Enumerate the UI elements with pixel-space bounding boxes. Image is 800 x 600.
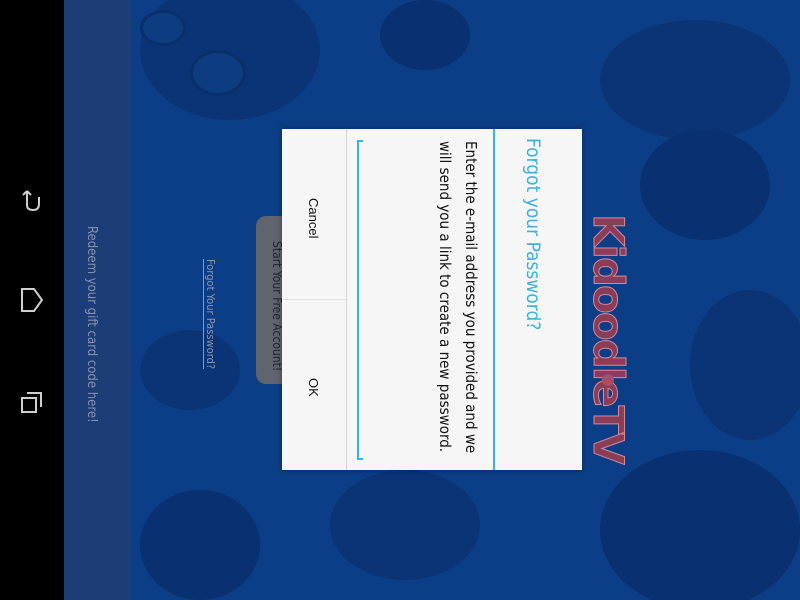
background-character <box>640 130 770 240</box>
back-button[interactable] <box>12 180 52 220</box>
background-character-eye <box>190 50 246 96</box>
background-character <box>600 20 790 140</box>
home-icon <box>21 288 44 312</box>
recents-button[interactable] <box>12 382 52 422</box>
background-character <box>690 290 800 440</box>
background-character <box>140 490 260 600</box>
home-button[interactable] <box>12 280 52 320</box>
back-icon <box>22 190 40 212</box>
ok-button[interactable]: OK <box>283 300 345 470</box>
background-character <box>380 0 470 70</box>
background-character <box>140 330 240 410</box>
dialog-title-divider <box>493 129 495 470</box>
background-character <box>600 450 800 600</box>
cancel-button-label: Cancel <box>306 198 321 239</box>
email-field-tick-bottom <box>357 458 363 460</box>
kidoodle-logo: KidoodleTV <box>584 214 644 464</box>
app-screen: Redeem your gift card code here! Start Y… <box>0 0 800 600</box>
forgot-password-link[interactable]: Forgot Your Password? <box>204 259 217 369</box>
system-navigation-bar <box>0 0 64 600</box>
background-character-eye <box>140 10 186 46</box>
email-field-tick-top <box>357 140 363 142</box>
background-character <box>330 470 480 580</box>
ok-button-label: OK <box>306 378 321 397</box>
dialog-title: Forgot your Password? <box>522 138 544 331</box>
cancel-button[interactable]: Cancel <box>283 130 345 300</box>
recents-icon <box>21 392 42 413</box>
email-field[interactable] <box>357 140 365 460</box>
registered-mark-icon <box>602 374 614 386</box>
logo-text: KidoodleTV <box>584 214 634 464</box>
redeem-gift-card-link[interactable]: Redeem your gift card code here! <box>84 226 99 423</box>
dialog-button-divider <box>346 129 347 470</box>
dialog-message: Enter the e-mail address you provided an… <box>436 141 480 454</box>
